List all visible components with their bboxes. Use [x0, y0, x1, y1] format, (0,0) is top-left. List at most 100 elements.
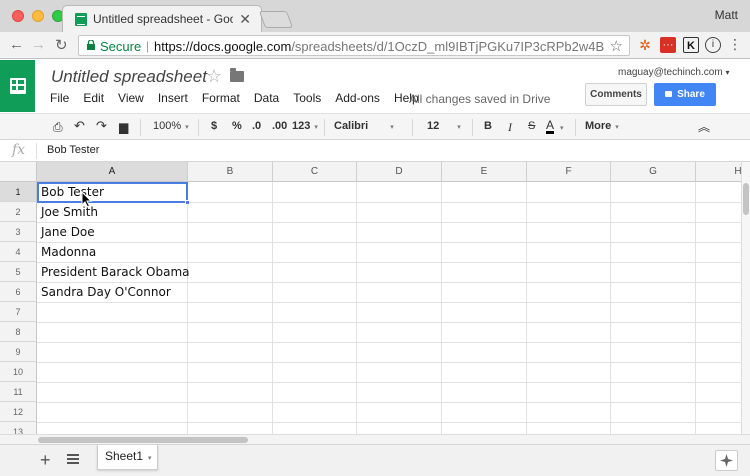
undo-icon[interactable]: ↶: [74, 118, 85, 134]
address-bar[interactable]: Secure | https://docs.google.com/spreads…: [78, 35, 630, 56]
row-header[interactable]: 6: [0, 282, 37, 302]
star-icon[interactable]: ☆: [206, 66, 222, 87]
menu-bar: File Edit View Insert Format Data Tools …: [50, 91, 433, 107]
extension-dots-icon[interactable]: ···: [660, 37, 676, 53]
close-window-button[interactable]: [12, 10, 24, 22]
row-header[interactable]: 2: [0, 202, 37, 222]
document-title[interactable]: Untitled spreadsheet: [51, 67, 207, 87]
menu-file[interactable]: File: [50, 91, 69, 107]
row-header[interactable]: 7: [0, 302, 37, 322]
forward-arrow-icon[interactable]: →: [31, 36, 46, 53]
extension-info-icon[interactable]: i: [705, 37, 721, 53]
fill-handle[interactable]: [185, 200, 190, 205]
url-separator: |: [146, 39, 150, 53]
column-header[interactable]: F: [527, 162, 611, 182]
increase-decimal-button[interactable]: .00: [272, 120, 287, 132]
url-text[interactable]: https://docs.google.com/spreadsheets/d/1…: [154, 39, 604, 54]
column-header[interactable]: B: [188, 162, 273, 182]
share-button[interactable]: Share: [654, 83, 716, 106]
vertical-scrollbar[interactable]: [741, 162, 750, 434]
cell-a4[interactable]: Madonna: [41, 245, 96, 259]
redo-icon[interactable]: ↷: [96, 118, 107, 134]
cell-a5[interactable]: President Barack Obama: [41, 265, 189, 279]
row-header[interactable]: 5: [0, 262, 37, 282]
zoom-select[interactable]: 100% ▾: [153, 120, 189, 132]
menu-data[interactable]: Data: [254, 91, 279, 107]
comments-button[interactable]: Comments: [585, 83, 647, 106]
chevron-down-icon[interactable]: ▾: [560, 124, 564, 132]
strikethrough-button[interactable]: S: [528, 120, 535, 132]
font-value: Calibri: [334, 120, 369, 132]
lock-icon: [87, 40, 95, 50]
row-header[interactable]: 1: [0, 182, 37, 202]
horizontal-scroll-thumb[interactable]: [38, 437, 248, 443]
tab-title: Untitled spreadsheet - Google: [93, 12, 233, 26]
row-header[interactable]: 4: [0, 242, 37, 262]
column-header[interactable]: C: [273, 162, 357, 182]
percent-format-button[interactable]: %: [232, 120, 242, 132]
font-select[interactable]: Calibri ▾: [334, 120, 394, 132]
column-header[interactable]: H: [696, 162, 741, 182]
print-icon[interactable]: ⎙: [53, 120, 63, 135]
vertical-scroll-thumb[interactable]: [743, 183, 749, 215]
more-formats-select[interactable]: 123 ▾: [292, 120, 318, 132]
save-status[interactable]: All changes saved in Drive: [409, 92, 550, 106]
horizontal-scrollbar[interactable]: [0, 434, 750, 444]
browser-tab[interactable]: Untitled spreadsheet - Google ✕: [62, 5, 262, 32]
menu-addons[interactable]: Add-ons: [335, 91, 380, 107]
more-toolbar-button[interactable]: More ▾: [585, 120, 619, 132]
menu-view[interactable]: View: [118, 91, 144, 107]
new-tab-button[interactable]: [258, 11, 294, 28]
browser-tab-strip: Untitled spreadsheet - Google ✕ Matt: [0, 0, 750, 32]
sheets-home-logo[interactable]: [0, 60, 35, 112]
bold-button[interactable]: B: [484, 120, 492, 132]
row-header[interactable]: 9: [0, 342, 37, 362]
spreadsheet-grid[interactable]: A B C D E F G H 1 2 3 4 5 6 7 8 9 10 11 …: [0, 162, 741, 434]
chevron-down-icon: ▾: [725, 68, 730, 77]
sheets-favicon-icon: [75, 13, 87, 26]
paint-format-icon[interactable]: ▆: [119, 120, 128, 134]
reload-icon[interactable]: ↻: [55, 36, 68, 54]
sheet-tab[interactable]: Sheet1 ▾: [97, 445, 158, 470]
font-size-value: 12: [427, 120, 440, 132]
folder-icon[interactable]: [230, 68, 244, 82]
text-color-button[interactable]: A: [546, 119, 555, 134]
italic-button[interactable]: I: [508, 120, 512, 135]
row-header[interactable]: 3: [0, 222, 37, 242]
column-header[interactable]: D: [357, 162, 442, 182]
formula-input[interactable]: Bob Tester: [47, 144, 99, 156]
tab-close-icon[interactable]: ✕: [239, 11, 251, 28]
row-header[interactable]: 11: [0, 382, 37, 402]
back-arrow-icon[interactable]: ←: [9, 36, 24, 53]
extension-gear-icon[interactable]: ✲: [637, 37, 653, 53]
cell-a3[interactable]: Jane Doe: [41, 225, 95, 239]
menu-format[interactable]: Format: [202, 91, 240, 107]
extension-k-icon[interactable]: K: [683, 37, 699, 53]
column-header[interactable]: A: [37, 162, 188, 182]
add-sheet-icon[interactable]: +: [40, 450, 51, 471]
menu-edit[interactable]: Edit: [83, 91, 104, 107]
select-all-corner[interactable]: [0, 162, 37, 182]
minimize-window-button[interactable]: [32, 10, 44, 22]
decrease-decimal-button[interactable]: .0: [252, 120, 261, 132]
profile-name[interactable]: Matt: [715, 8, 738, 22]
explore-button[interactable]: [715, 450, 738, 471]
row-header[interactable]: 13: [0, 422, 37, 434]
browser-menu-icon[interactable]: ⋮: [727, 37, 743, 53]
bookmark-star-icon[interactable]: ☆: [610, 37, 623, 55]
row-header[interactable]: 10: [0, 362, 37, 382]
column-header[interactable]: G: [611, 162, 696, 182]
chevron-down-icon: ▾: [390, 124, 394, 131]
menu-tools[interactable]: Tools: [293, 91, 321, 107]
collapse-chevrons-icon[interactable]: ︽: [698, 118, 710, 135]
row-header[interactable]: 12: [0, 402, 37, 422]
cell-a6[interactable]: Sandra Day O'Connor: [41, 285, 171, 299]
all-sheets-menu-icon[interactable]: [67, 454, 79, 464]
column-header[interactable]: E: [442, 162, 527, 182]
font-size-select[interactable]: 12 ▾: [427, 120, 461, 132]
account-switcher[interactable]: maguay@techinch.com ▾: [618, 67, 729, 78]
currency-format-button[interactable]: $: [211, 120, 217, 132]
row-header[interactable]: 8: [0, 322, 37, 342]
chevron-down-icon: ▾: [148, 455, 152, 462]
menu-insert[interactable]: Insert: [158, 91, 188, 107]
